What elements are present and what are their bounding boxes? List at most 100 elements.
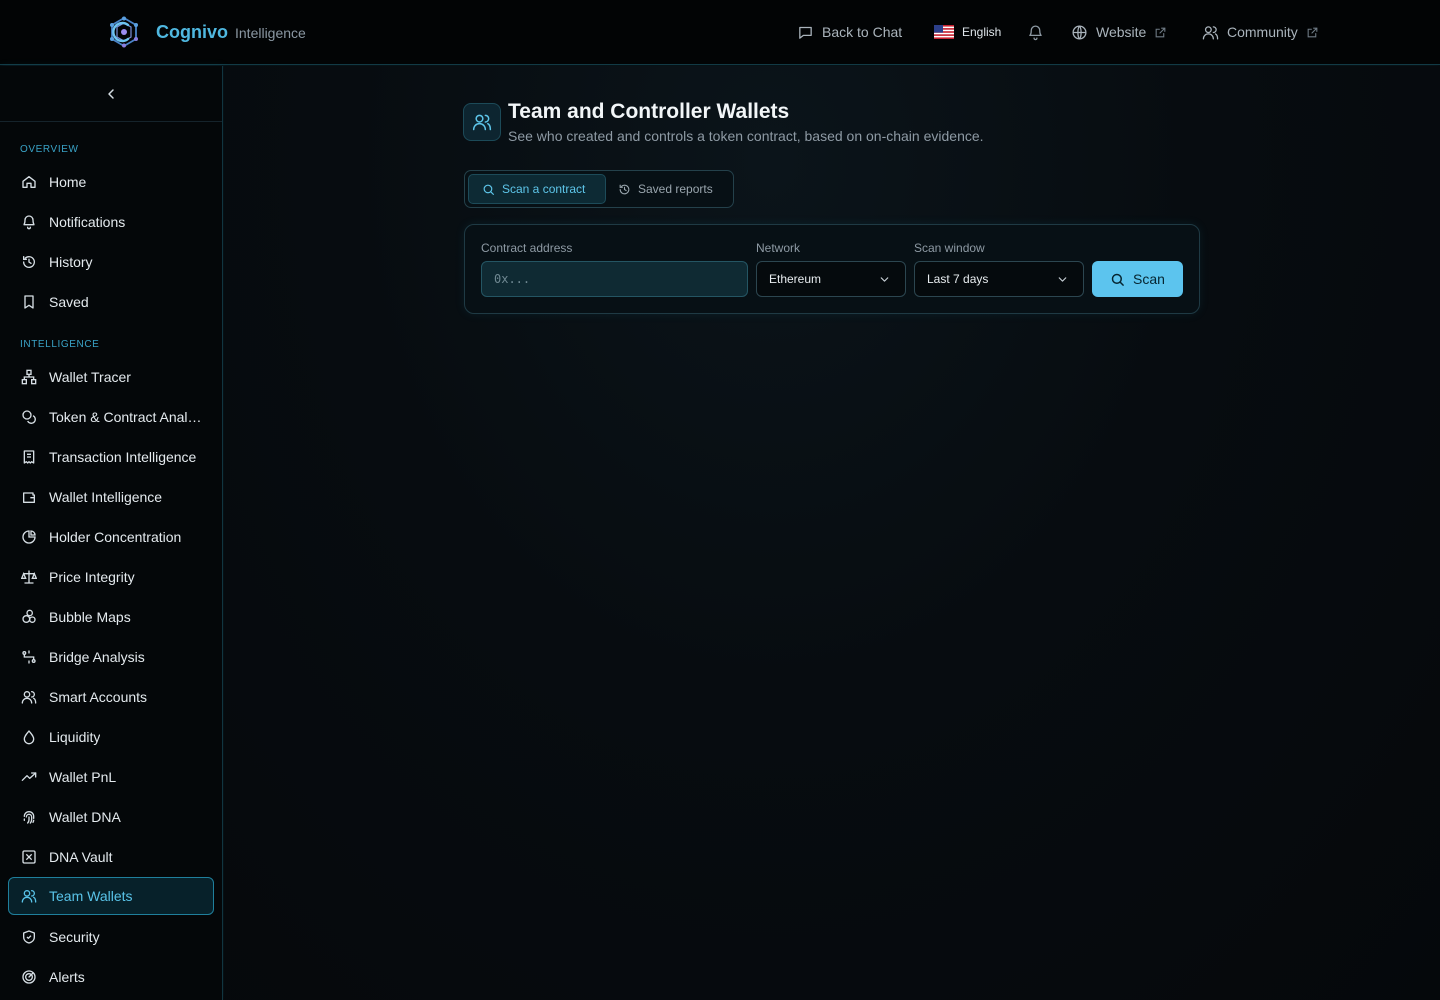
sidebar-item-holder-concentration[interactable]: Holder Concentration [8, 518, 214, 556]
pie-chart-icon [22, 530, 36, 544]
back-to-chat-link[interactable]: Back to Chat [797, 20, 902, 44]
shield-icon [23, 930, 35, 944]
external-link-icon [1155, 27, 1166, 37]
scan-window-label: Scan window [914, 241, 985, 255]
tab-label: Scan a contract [502, 182, 586, 196]
users-icon [1202, 25, 1219, 40]
chevron-down-icon [880, 277, 889, 282]
sidebar-item-label: Bubble Maps [49, 609, 131, 625]
search-icon [483, 184, 494, 195]
bubbles-icon [22, 609, 36, 623]
history-icon [619, 184, 630, 194]
sidebar-item-smart-accounts[interactable]: Smart Accounts [8, 678, 214, 716]
sidebar-item-wallet-pnl[interactable]: Wallet PnL [8, 758, 214, 796]
scan-window-select[interactable]: Last 7 days [914, 261, 1084, 297]
chat-icon [799, 26, 812, 39]
sidebar-item-notifications[interactable]: Notifications [8, 203, 214, 241]
tab-scan-contract[interactable]: Scan a contract [468, 174, 606, 204]
network-label: Network [756, 241, 801, 255]
tab-label: Saved reports [638, 182, 713, 196]
sidebar-item-alerts[interactable]: Alerts [8, 958, 214, 996]
bridge-icon [22, 650, 36, 664]
coins-icon [22, 410, 36, 424]
sidebar-item-label: Home [49, 174, 87, 190]
website-link[interactable]: Website [1071, 20, 1167, 44]
brand-subtitle: Intelligence [235, 25, 306, 41]
page-icon [463, 103, 501, 141]
history-icon [23, 256, 35, 268]
sidebar-item-label: History [49, 254, 93, 270]
sidebar-item-label: Saved [49, 294, 89, 310]
contract-address-input[interactable] [481, 261, 748, 297]
us-flag-icon [934, 25, 954, 39]
sidebar-item-label: Alerts [49, 969, 85, 985]
sidebar-item-label: Liquidity [49, 729, 101, 745]
sidebar-item-label: Team Wallets [49, 888, 133, 904]
sidebar-item-security[interactable]: Security [8, 918, 214, 956]
community-link[interactable]: Community [1202, 20, 1319, 44]
tab-bar: Scan a contract Saved reports [464, 170, 734, 208]
sidebar-item-label: Wallet DNA [49, 809, 121, 825]
sidebar-item-bubble-maps[interactable]: Bubble Maps [8, 598, 214, 636]
sidebar-item-label: Notifications [49, 214, 126, 230]
network-select[interactable]: Ethereum [756, 261, 906, 297]
brand-name: Cognivo [156, 21, 228, 42]
community-label: Community [1227, 24, 1298, 40]
sidebar-item-label: Wallet Intelligence [49, 489, 163, 505]
radar-icon [22, 970, 36, 984]
sidebar-item-dna-vault[interactable]: DNA Vault [8, 838, 214, 876]
logo-icon [110, 16, 138, 48]
sidebar-item-label: Token & Contract Analysis [49, 409, 205, 425]
users-icon [21, 691, 37, 704]
external-link-icon [1307, 27, 1318, 37]
sidebar-item-wallet-intelligence[interactable]: Wallet Intelligence [8, 478, 214, 516]
users-icon [472, 114, 492, 131]
website-label: Website [1096, 24, 1147, 40]
chevron-down-icon [1058, 277, 1067, 282]
chevron-left-icon[interactable] [103, 86, 119, 102]
sidebar-item-wallet-tracer[interactable]: Wallet Tracer [8, 358, 214, 396]
receipt-icon [23, 450, 35, 464]
sidebar-item-wallet-dna[interactable]: Wallet DNA [8, 798, 214, 836]
fingerprint-icon [23, 811, 35, 824]
sidebar-item-home[interactable]: Home [8, 163, 214, 201]
language-label: English [962, 25, 1002, 39]
scale-icon [21, 570, 37, 584]
sidebar-item-label: Wallet Tracer [49, 369, 131, 385]
section-intelligence: INTELLIGENCE [20, 339, 100, 350]
wallet-icon [23, 492, 35, 503]
trending-up-icon [21, 772, 37, 781]
sidebar-item-token-contract-analysis[interactable]: Token & Contract Analysis [8, 398, 214, 436]
tab-saved-reports[interactable]: Saved reports [615, 174, 730, 204]
search-icon [1111, 273, 1124, 286]
contract-address-label: Contract address [481, 241, 573, 255]
droplet-icon [23, 730, 35, 745]
brand[interactable]: Cognivo Intelligence [108, 14, 306, 50]
sidebar-item-bridge-analysis[interactable]: Bridge Analysis [8, 638, 214, 676]
sidebar: OVERVIEW Home Notifications History Save… [0, 66, 223, 1000]
network-value: Ethereum [769, 272, 822, 286]
sidebar-item-transaction-intelligence[interactable]: Transaction Intelligence [8, 438, 214, 476]
sidebar-item-label: Price Integrity [49, 569, 135, 585]
section-overview: OVERVIEW [20, 144, 79, 155]
sidebar-item-liquidity[interactable]: Liquidity [8, 718, 214, 756]
page-subtitle: See who created and controls a token con… [508, 128, 984, 144]
sidebar-item-label: Security [49, 929, 100, 945]
bell-icon [23, 215, 35, 230]
sidebar-item-saved[interactable]: Saved [8, 283, 214, 321]
sidebar-item-history[interactable]: History [8, 243, 214, 281]
sidebar-item-team-wallets[interactable]: Team Wallets [8, 877, 214, 915]
bookmark-icon [24, 295, 34, 309]
network-icon [21, 369, 37, 385]
sidebar-item-label: Wallet PnL [49, 769, 117, 785]
sidebar-item-label: DNA Vault [49, 849, 113, 865]
globe-icon [1072, 24, 1087, 40]
sidebar-item-label: Holder Concentration [49, 529, 182, 545]
scan-button[interactable]: Scan [1092, 261, 1183, 297]
language-selector[interactable]: English [934, 20, 1001, 44]
notifications-button[interactable] [1027, 20, 1052, 44]
sidebar-collapse-row [0, 66, 222, 122]
sidebar-item-price-integrity[interactable]: Price Integrity [8, 558, 214, 596]
sidebar-item-label: Bridge Analysis [49, 649, 145, 665]
back-to-chat-label: Back to Chat [822, 24, 903, 40]
